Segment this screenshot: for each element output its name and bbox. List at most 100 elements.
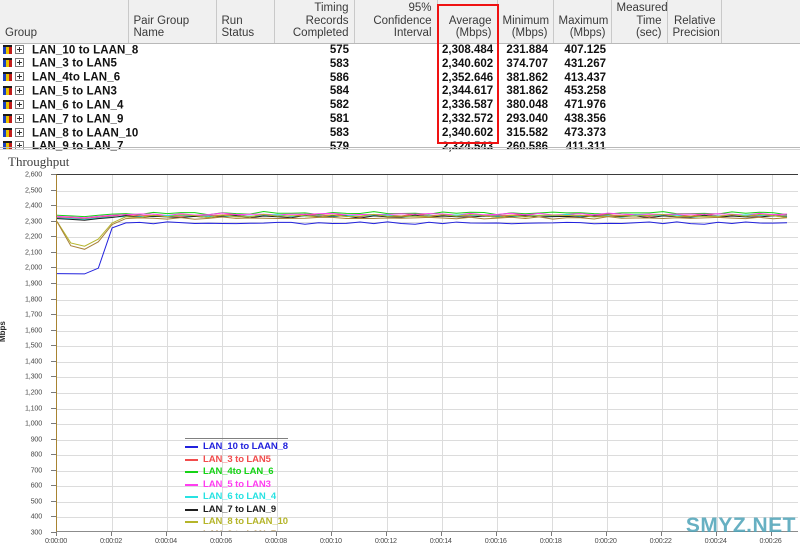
col-header-run-status[interactable]: Run Status <box>216 0 274 43</box>
legend-item[interactable]: LAN_5 to LAN3 <box>185 479 288 492</box>
col-header-minimum[interactable]: Minimum (Mbps) <box>497 0 553 43</box>
legend-label: LAN_7 to LAN_9 <box>203 504 276 517</box>
bar-chart-icon[interactable] <box>3 128 12 137</box>
legend-item[interactable]: LAN_6 to LAN_4 <box>185 491 288 504</box>
cell-relative-precision <box>667 71 721 85</box>
col-header-maximum[interactable]: Maximum (Mbps) <box>553 0 611 43</box>
col-header-relative-precision[interactable]: Relative Precision <box>667 0 721 43</box>
table-row[interactable]: LAN_8 to LAAN_105832,340.602315.582473.3… <box>0 127 800 141</box>
y-tick-mark <box>51 516 56 517</box>
col-header-confidence-interval-l1: 95% Confidence <box>373 2 431 27</box>
col-header-maximum-l2: (Mbps) <box>570 27 606 39</box>
y-tick-mark <box>51 174 56 175</box>
cell-timing-records: 584 <box>274 85 354 99</box>
expand-plus-icon[interactable] <box>15 128 24 137</box>
row-icons <box>3 99 28 112</box>
col-header-pair-group-name[interactable]: Pair Group Name <box>128 0 216 43</box>
table-row[interactable]: LAN_7 to LAN_95812,332.572293.040438.356 <box>0 113 800 127</box>
col-header-group[interactable]: Group <box>0 0 128 43</box>
chart-series-lines <box>57 175 798 531</box>
table-row[interactable]: LAN_10 to LAAN_85752,308.484231.884407.1… <box>0 43 800 57</box>
bar-chart-icon[interactable] <box>3 45 12 54</box>
table-row[interactable]: LAN_6 to LAN_45822,336.587380.048471.976 <box>0 99 800 113</box>
col-header-confidence-interval[interactable]: 95% Confidence Interval <box>354 0 437 43</box>
col-header-average-l1: Average <box>449 15 492 27</box>
col-header-group-l1: Group <box>5 27 37 39</box>
cell-maximum: 413.437 <box>553 71 611 85</box>
legend-color-swatch <box>185 496 198 498</box>
col-header-spacer <box>721 0 800 43</box>
y-tick-label: 1,700 <box>0 310 42 319</box>
cell-pair-group-name <box>128 113 216 127</box>
row-icons <box>3 57 28 70</box>
x-tick-label: 0:00:06 <box>210 536 232 544</box>
y-tick-label: 2,100 <box>0 247 42 256</box>
legend-color-swatch <box>185 471 198 473</box>
cell-confidence-interval <box>354 127 437 141</box>
x-tick-label: 0:00:10 <box>320 536 342 544</box>
legend-item[interactable]: LAN_7 to LAN_9 <box>185 504 288 517</box>
expand-plus-icon[interactable] <box>15 45 24 54</box>
cell-average: 2,340.602 <box>437 127 497 141</box>
table-row[interactable]: LAN_4to LAN_65862,352.646381.862413.437 <box>0 71 800 85</box>
cell-average: 2,308.484 <box>437 43 497 57</box>
legend-color-swatch <box>185 484 198 486</box>
cell-group[interactable]: LAN_8 to LAAN_10 <box>0 127 128 141</box>
col-header-average[interactable]: Average (Mbps) <box>437 0 497 43</box>
cell-group[interactable]: LAN_6 to LAN_4 <box>0 99 128 113</box>
legend-label: LAN_10 to LAAN_8 <box>203 441 288 454</box>
cell-confidence-interval <box>354 43 437 57</box>
legend-item[interactable]: LAN_9 to LAN_7 <box>185 529 288 533</box>
cell-measured-time <box>611 127 667 141</box>
cell-run-status <box>216 85 274 99</box>
y-tick-mark <box>51 267 56 268</box>
cell-minimum: 380.048 <box>497 99 553 113</box>
cell-minimum: 381.862 <box>497 85 553 99</box>
col-header-measured-time[interactable]: Measured Time (sec) <box>611 0 667 43</box>
expand-plus-icon[interactable] <box>15 114 24 123</box>
legend-item[interactable]: LAN_3 to LAN5 <box>185 454 288 467</box>
expand-plus-icon[interactable] <box>15 100 24 109</box>
cell-maximum: 453.258 <box>553 85 611 99</box>
cell-group[interactable]: LAN_3 to LAN5 <box>0 57 128 71</box>
cell-run-status <box>216 99 274 113</box>
y-tick-mark <box>51 470 56 471</box>
bar-chart-icon[interactable] <box>3 58 12 67</box>
col-header-timing-records[interactable]: Timing Records Completed <box>274 0 354 43</box>
cell-measured-time <box>611 57 667 71</box>
legend-item[interactable]: LAN_4to LAN_6 <box>185 466 288 479</box>
cell-group[interactable]: LAN_7 to LAN_9 <box>0 113 128 127</box>
bar-chart-icon[interactable] <box>3 100 12 109</box>
cell-relative-precision <box>667 99 721 113</box>
cell-pair-group-name <box>128 43 216 57</box>
cell-maximum: 407.125 <box>553 43 611 57</box>
legend-item[interactable]: LAN_10 to LAAN_8 <box>185 441 288 454</box>
x-tick-label: 0:00:12 <box>375 536 397 544</box>
legend-label: LAN_8 to LAAN_10 <box>203 516 288 529</box>
expand-plus-icon[interactable] <box>15 86 24 95</box>
group-label: LAN_8 to LAAN_10 <box>32 127 138 139</box>
bar-chart-icon[interactable] <box>3 86 12 95</box>
expand-plus-icon[interactable] <box>15 58 24 67</box>
cell-group[interactable]: LAN_5 to LAN3 <box>0 85 128 99</box>
cell-group[interactable]: LAN_10 to LAAN_8 <box>0 43 128 57</box>
table-row[interactable]: LAN_3 to LAN55832,340.602374.707431.267 <box>0 57 800 71</box>
cell-group[interactable]: LAN_4to LAN_6 <box>0 71 128 85</box>
y-tick-mark <box>51 345 56 346</box>
group-label: LAN_4to LAN_6 <box>32 72 120 84</box>
bar-chart-icon[interactable] <box>3 114 12 123</box>
y-tick-label: 600 <box>0 481 42 490</box>
x-tick-label: 0:00:18 <box>540 536 562 544</box>
cell-average: 2,332.572 <box>437 113 497 127</box>
cell-confidence-interval <box>354 71 437 85</box>
col-header-relative-precision-l2: Precision <box>673 27 720 39</box>
throughput-chart: Throughput Mbps Elapsed time (h:mm:ss) a… <box>0 152 800 544</box>
y-tick-label: 1,300 <box>0 372 42 381</box>
legend-item[interactable]: LAN_8 to LAAN_10 <box>185 516 288 529</box>
cell-relative-precision <box>667 43 721 57</box>
table-row[interactable]: LAN_5 to LAN35842,344.617381.862453.258 <box>0 85 800 99</box>
bar-chart-icon[interactable] <box>3 72 12 81</box>
col-header-pair-group-name-l2: Name <box>134 27 165 39</box>
expand-plus-icon[interactable] <box>15 72 24 81</box>
y-tick-label: 1,600 <box>0 325 42 334</box>
